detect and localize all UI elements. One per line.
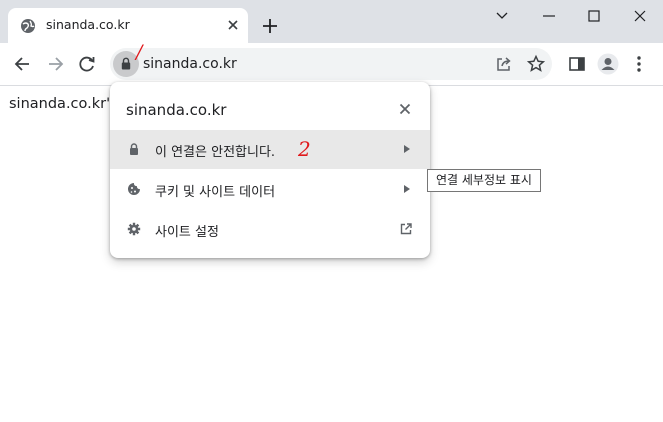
more-menu-icon[interactable]	[629, 54, 649, 74]
connection-secure-row[interactable]: 이 연결은 안전합니다.	[110, 130, 430, 169]
globe-icon	[21, 19, 35, 33]
minimize-icon[interactable]	[540, 7, 558, 25]
external-link-icon	[400, 223, 412, 235]
profile-avatar-icon[interactable]	[597, 53, 619, 75]
popup-close-icon[interactable]	[398, 102, 412, 116]
lock-icon	[121, 57, 131, 70]
annotation-mark-1: /	[136, 41, 143, 63]
cookies-site-data-label: 쿠키 및 사이트 데이터	[155, 185, 276, 200]
cookie-icon	[128, 183, 140, 195]
annotation-mark-2: 2	[298, 137, 311, 161]
reload-icon[interactable]	[77, 54, 97, 74]
window-close-icon[interactable]	[631, 7, 649, 25]
tooltip-connection-details: 연결 세부정보 표시	[427, 169, 541, 192]
gear-icon	[127, 222, 141, 236]
connection-secure-label: 이 연결은 안전합니다.	[155, 145, 276, 160]
site-settings-label: 사이트 설정	[155, 225, 219, 240]
share-icon[interactable]	[494, 54, 514, 74]
chevron-right-icon	[404, 185, 410, 193]
maximize-icon[interactable]	[585, 7, 603, 25]
cookies-site-data-row[interactable]: 쿠키 및 사이트 데이터	[110, 170, 430, 209]
site-settings-row[interactable]: 사이트 설정	[110, 210, 430, 249]
url-text: sinanda.co.kr	[143, 56, 237, 72]
bookmark-star-icon[interactable]	[526, 54, 546, 74]
tab-close-icon[interactable]	[226, 18, 240, 32]
browser-tab[interactable]: sinanda.co.kr	[8, 8, 248, 43]
side-panel-icon[interactable]	[567, 54, 587, 74]
chevron-right-icon	[404, 145, 410, 153]
forward-arrow-icon[interactable]	[45, 54, 65, 74]
new-tab-plus-icon[interactable]	[261, 17, 279, 35]
tab-title: sinanda.co.kr	[46, 17, 130, 32]
site-info-popup: sinanda.co.kr 이 연결은 안전합니다. 쿠키 및 사이트 데이터	[110, 82, 430, 258]
tab-search-chevron-icon[interactable]	[493, 7, 511, 25]
lock-icon	[130, 143, 138, 155]
popup-site-name: sinanda.co.kr	[126, 101, 227, 119]
page-content-text: sinanda.co.kr's	[9, 96, 118, 112]
back-arrow-icon[interactable]	[13, 54, 33, 74]
